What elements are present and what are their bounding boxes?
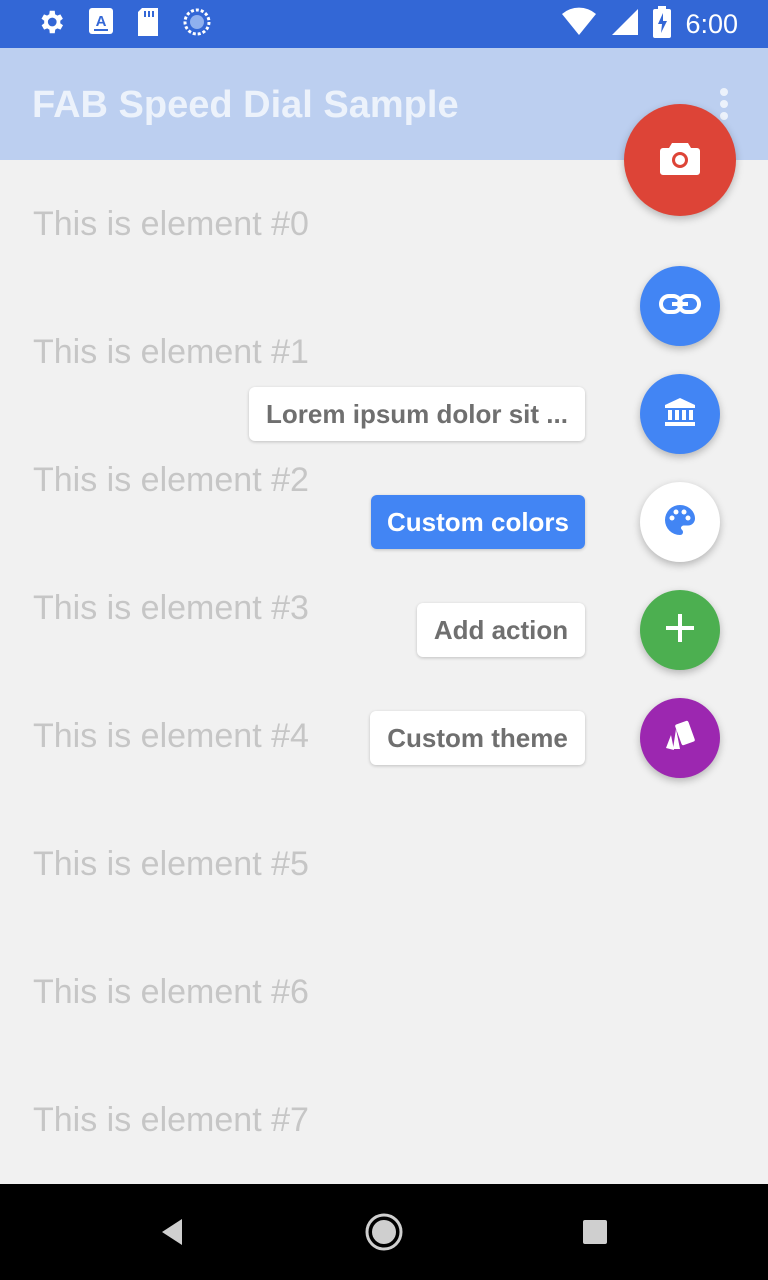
svg-text:A: A bbox=[96, 13, 107, 30]
lorem-ipsum-label[interactable]: Lorem ipsum dolor sit ... bbox=[249, 387, 585, 441]
palette-icon bbox=[663, 503, 697, 542]
battery-charging-icon bbox=[653, 5, 672, 43]
sd-card-icon bbox=[136, 7, 160, 42]
app-title: FAB Speed Dial Sample bbox=[32, 84, 459, 126]
list-item[interactable]: This is element #1 bbox=[33, 333, 309, 372]
speed-dial-theme-button[interactable] bbox=[640, 698, 720, 778]
add-action-label[interactable]: Add action bbox=[417, 603, 585, 657]
cards-icon bbox=[660, 716, 700, 761]
list-item[interactable]: This is element #6 bbox=[33, 973, 309, 1012]
settings-icon bbox=[36, 7, 66, 42]
speed-dial-add-button[interactable] bbox=[640, 590, 720, 670]
wifi-icon bbox=[561, 7, 597, 42]
speed-dial-bank-button[interactable] bbox=[640, 374, 720, 454]
camera-icon bbox=[660, 141, 700, 180]
signal-icon bbox=[611, 7, 639, 42]
custom-colors-label[interactable]: Custom colors bbox=[371, 495, 585, 549]
list-item[interactable]: This is element #7 bbox=[33, 1101, 309, 1140]
home-icon[interactable] bbox=[360, 1208, 408, 1256]
custom-theme-label[interactable]: Custom theme bbox=[370, 711, 585, 765]
recents-icon[interactable] bbox=[571, 1208, 619, 1256]
bank-icon bbox=[664, 397, 696, 432]
back-icon[interactable] bbox=[148, 1208, 196, 1256]
a11y-icon: A bbox=[88, 7, 114, 42]
status-right-icons: 6:00 bbox=[561, 5, 738, 43]
list-item[interactable]: This is element #4 bbox=[33, 717, 309, 756]
status-time: 6:00 bbox=[685, 8, 738, 39]
status-left-icons: A bbox=[36, 7, 212, 42]
add-icon bbox=[665, 613, 695, 648]
status-bar: A 6:00 bbox=[0, 0, 768, 48]
navigation-bar bbox=[0, 1184, 768, 1280]
sync-icon bbox=[182, 7, 212, 42]
list-item[interactable]: This is element #0 bbox=[33, 205, 309, 244]
speed-dial-palette-button[interactable] bbox=[640, 482, 720, 562]
link-icon bbox=[658, 292, 702, 321]
speed-dial-main-button[interactable] bbox=[624, 104, 736, 216]
speed-dial-link-button[interactable] bbox=[640, 266, 720, 346]
list-item[interactable]: This is element #5 bbox=[33, 845, 309, 884]
list-item[interactable]: This is element #2 bbox=[33, 461, 309, 500]
list-item[interactable]: This is element #3 bbox=[33, 589, 309, 628]
